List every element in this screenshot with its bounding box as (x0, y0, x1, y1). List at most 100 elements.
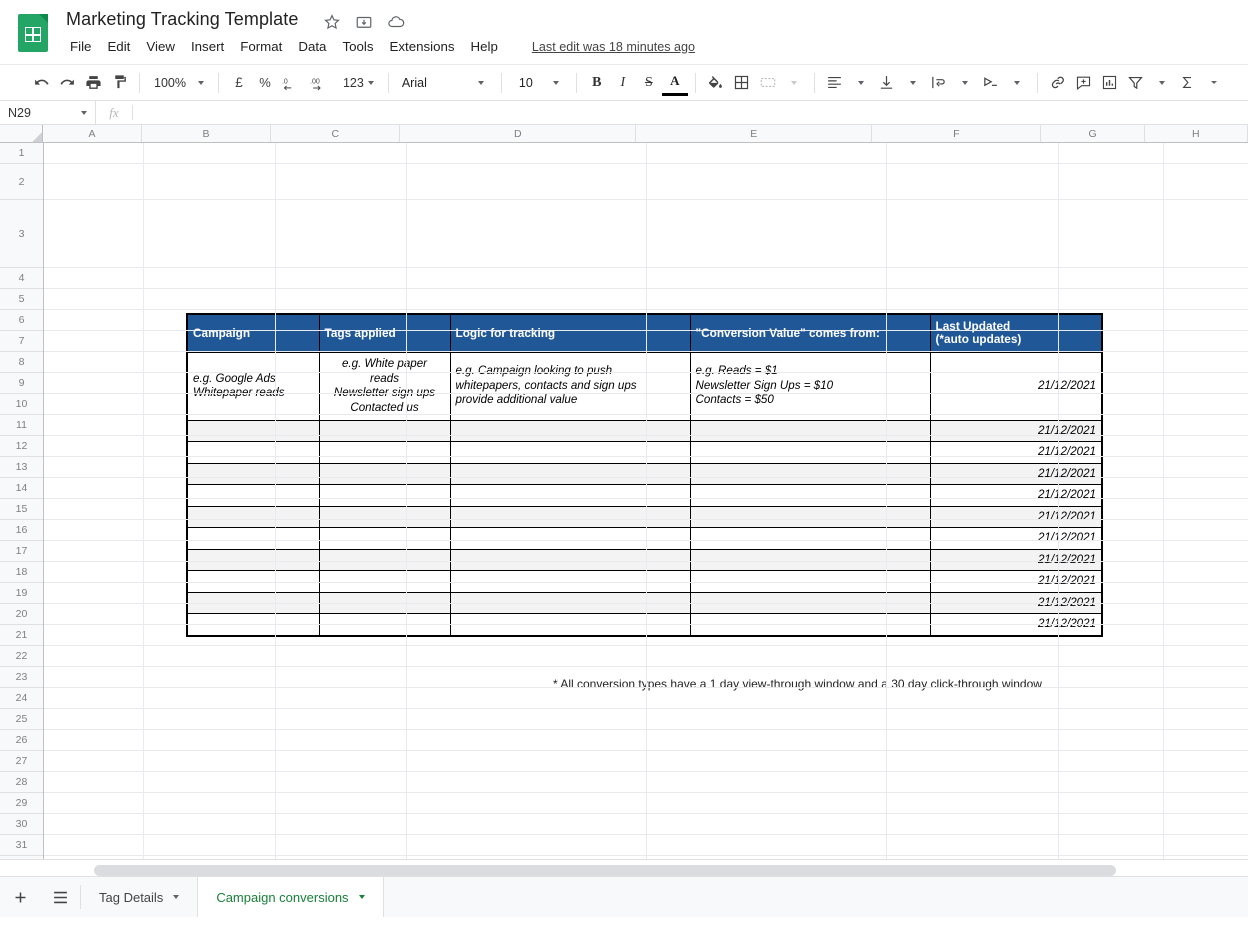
row-header-16[interactable]: 16 (0, 520, 43, 541)
cell-tags-example[interactable]: e.g. White paper reads Newsletter sign u… (318, 351, 451, 421)
font-size-label[interactable]: 10 (509, 76, 543, 90)
strikethrough-button[interactable]: S (636, 70, 662, 96)
paint-format-icon[interactable] (106, 70, 132, 96)
cell-empty[interactable] (186, 527, 320, 550)
row-header-7[interactable]: 7 (0, 331, 43, 352)
cell-last-updated[interactable]: 21/12/2021 (929, 441, 1103, 464)
cell-empty[interactable] (318, 462, 451, 485)
menu-item-insert[interactable]: Insert (183, 37, 232, 56)
cell-empty[interactable] (689, 484, 931, 507)
row-header-23[interactable]: 23 (0, 667, 43, 688)
cell-last-updated[interactable]: 21/12/2021 (929, 505, 1103, 528)
menu-item-data[interactable]: Data (290, 37, 334, 56)
percent-format-button[interactable]: % (252, 70, 278, 96)
row-header-4[interactable]: 4 (0, 268, 43, 289)
cell-empty[interactable] (449, 548, 691, 571)
menu-item-view[interactable]: View (138, 37, 183, 56)
cell-empty[interactable] (449, 462, 691, 485)
google-sheets-logo[interactable] (18, 14, 48, 52)
chevron-down-icon[interactable] (358, 895, 365, 899)
sheet-tab-tag-details[interactable]: Tag Details (81, 877, 199, 917)
row-header-20[interactable]: 20 (0, 604, 43, 625)
row-header-2[interactable]: 2 (0, 164, 43, 200)
menu-item-extensions[interactable]: Extensions (381, 37, 462, 56)
cell-last-updated[interactable]: 21/12/2021 (929, 419, 1103, 442)
row-header-6[interactable]: 6 (0, 310, 43, 331)
text-wrapping-icon[interactable] (926, 70, 952, 96)
row-header-9[interactable]: 9 (0, 373, 43, 394)
column-header-f[interactable]: F (872, 125, 1042, 142)
merge-cells-icon[interactable] (755, 70, 781, 96)
fill-color-icon[interactable] (703, 70, 729, 96)
font-family-label[interactable]: Arial (396, 76, 468, 90)
cell-empty[interactable] (689, 441, 931, 464)
add-sheet-icon[interactable] (0, 877, 40, 917)
horizontal-align-dropdown[interactable] (848, 70, 874, 96)
document-title[interactable]: Marketing Tracking Template (66, 9, 298, 30)
row-header-8[interactable]: 8 (0, 352, 43, 373)
more-formats-button[interactable]: 123 (336, 76, 381, 90)
undo-icon[interactable] (28, 70, 54, 96)
all-sheets-icon[interactable] (40, 877, 80, 917)
menu-item-tools[interactable]: Tools (334, 37, 381, 56)
move-to-folder-icon[interactable] (355, 13, 373, 31)
cell-last-updated-example[interactable]: 21/12/2021 (929, 351, 1103, 421)
sigma-functions-icon[interactable] (1175, 70, 1201, 96)
cell-empty[interactable] (318, 548, 451, 571)
menu-item-file[interactable]: File (66, 37, 99, 56)
horizontal-scrollbar-track[interactable] (44, 862, 1248, 876)
row-header-19[interactable]: 19 (0, 583, 43, 604)
borders-icon[interactable] (729, 70, 755, 96)
sheet-tab-campaign-conversions[interactable]: Campaign conversions (198, 877, 384, 917)
cell-empty[interactable] (186, 505, 320, 528)
row-header-25[interactable]: 25 (0, 709, 43, 730)
cell-empty[interactable] (689, 462, 931, 485)
last-edit-status[interactable]: Last edit was 18 minutes ago (532, 40, 695, 54)
column-header-g[interactable]: G (1041, 125, 1145, 142)
cell-empty[interactable] (318, 419, 451, 442)
row-header-10[interactable]: 10 (0, 394, 43, 415)
cell-empty[interactable] (186, 441, 320, 464)
horizontal-scrollbar-thumb[interactable] (94, 865, 1116, 876)
row-header-18[interactable]: 18 (0, 562, 43, 583)
cell-empty[interactable] (318, 484, 451, 507)
cell-empty[interactable] (318, 441, 451, 464)
cell-last-updated[interactable]: 21/12/2021 (929, 548, 1103, 571)
italic-button[interactable]: I (610, 70, 636, 96)
menu-item-edit[interactable]: Edit (99, 37, 138, 56)
vertical-align-icon[interactable] (874, 70, 900, 96)
cloud-saved-icon[interactable] (387, 13, 405, 31)
redo-icon[interactable] (54, 70, 80, 96)
cell-empty[interactable] (689, 527, 931, 550)
star-icon[interactable] (323, 13, 341, 31)
cell-empty[interactable] (449, 505, 691, 528)
column-header-b[interactable]: B (142, 125, 272, 142)
column-header-a[interactable]: A (43, 125, 142, 142)
cell-empty[interactable] (318, 527, 451, 550)
row-header-15[interactable]: 15 (0, 499, 43, 520)
text-rotation-dropdown[interactable] (1004, 70, 1030, 96)
cell-empty[interactable] (318, 505, 451, 528)
row-header-26[interactable]: 26 (0, 730, 43, 751)
row-header-3[interactable]: 3 (0, 200, 43, 268)
column-header-h[interactable]: H (1145, 125, 1248, 142)
row-header-1[interactable]: 1 (0, 143, 43, 164)
row-header-5[interactable]: 5 (0, 289, 43, 310)
zoom-control[interactable]: 100% (147, 76, 211, 90)
column-header-c[interactable]: C (271, 125, 401, 142)
cell-last-updated[interactable]: 21/12/2021 (929, 484, 1103, 507)
functions-dropdown[interactable] (1201, 70, 1227, 96)
insert-chart-icon[interactable] (1097, 70, 1123, 96)
cell-empty[interactable] (689, 548, 931, 571)
row-header-24[interactable]: 24 (0, 688, 43, 709)
row-header-12[interactable]: 12 (0, 436, 43, 457)
column-header-e[interactable]: E (636, 125, 873, 142)
cell-empty[interactable] (186, 462, 320, 485)
row-header-22[interactable]: 22 (0, 646, 43, 667)
row-header-14[interactable]: 14 (0, 478, 43, 499)
decrease-decimal-button[interactable]: .0 (278, 70, 306, 96)
row-header-30[interactable]: 30 (0, 814, 43, 835)
cell-empty[interactable] (186, 548, 320, 571)
select-all-corner[interactable] (0, 125, 44, 142)
menu-item-format[interactable]: Format (232, 37, 290, 56)
